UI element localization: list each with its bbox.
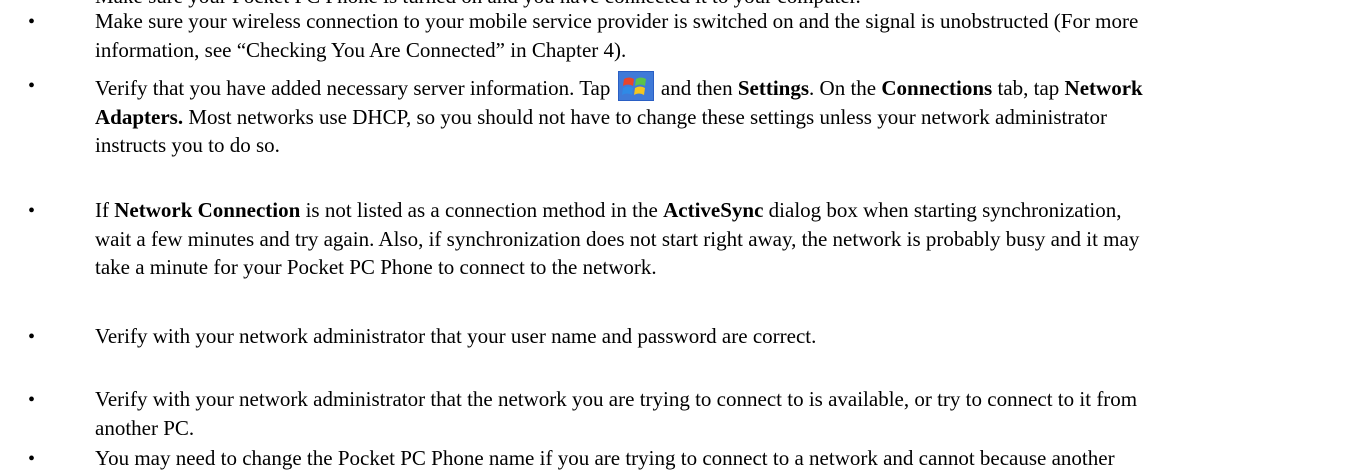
bold-term: Adapters.	[95, 104, 184, 129]
bullet-marker: •	[28, 326, 36, 348]
text-line: Verify with your network administrator t…	[95, 324, 817, 348]
text-segment: is not listed as a connection method in …	[305, 198, 658, 222]
text-line: another PC.	[95, 415, 195, 440]
list-item-text: Verify with your network administrator t…	[95, 322, 1325, 351]
bullet-marker: •	[28, 200, 36, 222]
text-segment: Most networks use DHCP, so you should no…	[188, 104, 1107, 129]
text-line: Verify with your network administrator t…	[95, 387, 1138, 411]
list-item-text: Verify with your network administrator t…	[95, 385, 1325, 442]
text-line: take a minute for your Pocket PC Phone t…	[95, 255, 657, 279]
bold-term: Network	[1064, 76, 1143, 100]
list-item-text: If Network Connection is not listed as a…	[95, 196, 1325, 282]
bullet-marker: •	[28, 389, 36, 411]
text-line: wait a few minutes and try again. Also, …	[95, 226, 1140, 251]
text-segment: . On the	[809, 76, 877, 100]
text-segment: and then	[660, 76, 733, 100]
list-item-text: You may need to change the Pocket PC Pho…	[95, 444, 1325, 473]
text-line: If Network Connection is not listed as a…	[95, 196, 1325, 225]
bullet-marker: •	[28, 75, 36, 97]
bold-term: Network Connection	[114, 198, 301, 222]
text-segment: dialog box when starting synchronization…	[768, 198, 1122, 222]
bold-term: Connections	[881, 76, 993, 100]
text-segment: tab, tap	[997, 76, 1060, 100]
text-line: information, see “Checking You Are Conne…	[95, 37, 627, 62]
bullet-marker: •	[28, 448, 36, 470]
windows-start-flag-icon	[617, 71, 654, 101]
text-line: instructs you to do so.	[95, 133, 280, 157]
bullet-marker: •	[28, 11, 36, 33]
text-line: Verify that you have added necessary ser…	[95, 71, 1325, 103]
text-line: You may need to change the Pocket PC Pho…	[95, 446, 1115, 470]
bold-term: ActiveSync	[663, 198, 764, 222]
text-line: Make sure your wireless connection to yo…	[95, 9, 1139, 33]
text-segment: If	[95, 198, 109, 222]
bold-term: Settings	[737, 76, 810, 100]
text-line: Adapters. Most networks use DHCP, so you…	[95, 103, 1325, 132]
list-item-text: Make sure your wireless connection to yo…	[95, 7, 1325, 64]
text-segment: Verify that you have added necessary ser…	[95, 76, 611, 100]
list-item-text: Verify that you have added necessary ser…	[95, 71, 1325, 160]
